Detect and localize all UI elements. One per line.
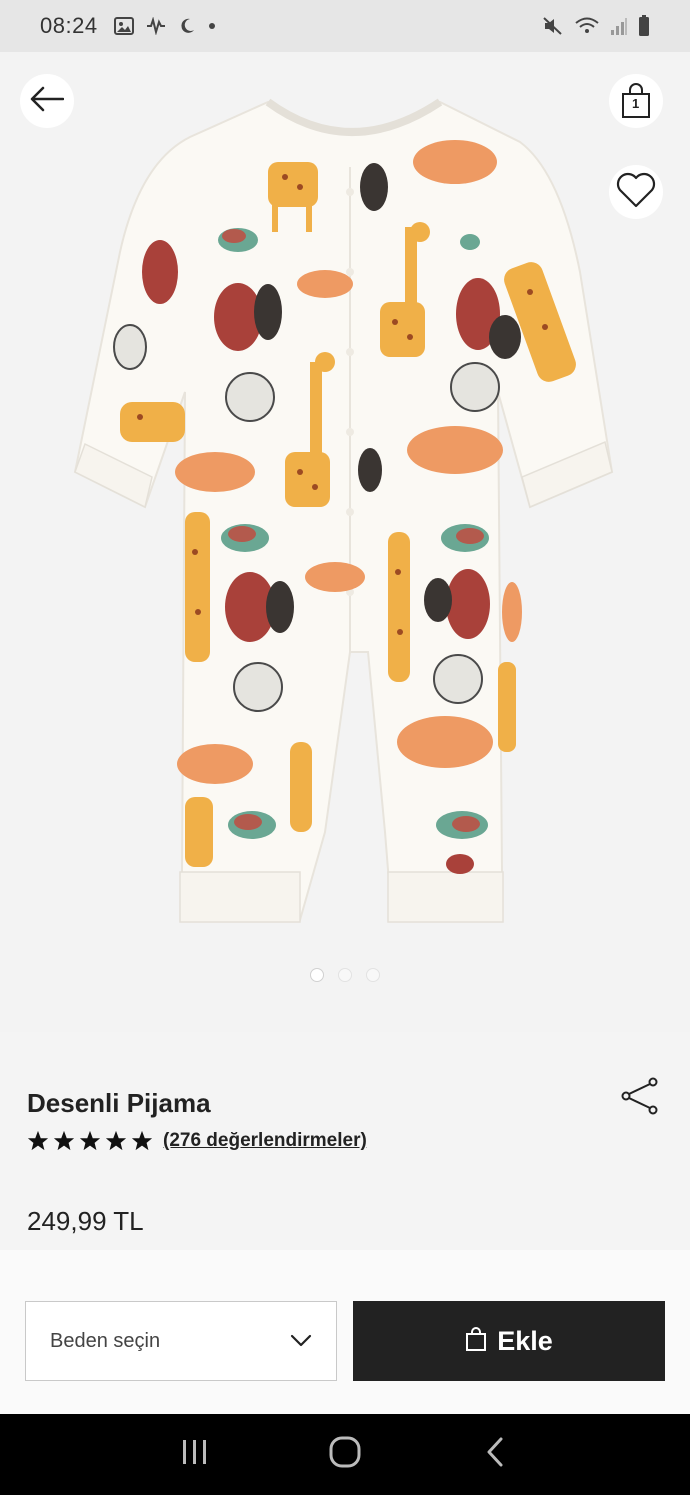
home-button[interactable] xyxy=(315,1425,375,1485)
cart-count-badge: 1 xyxy=(632,96,640,111)
product-price: 249,99 TL xyxy=(27,1206,144,1236)
favorite-button[interactable] xyxy=(609,165,663,219)
star-icon xyxy=(131,1130,153,1151)
pagination-dot[interactable] xyxy=(366,968,380,982)
system-nav-bar xyxy=(0,1414,690,1495)
heart-icon xyxy=(616,172,656,213)
chevron-down-icon xyxy=(290,1334,312,1348)
home-icon xyxy=(328,1435,362,1474)
shopping-bag-icon xyxy=(465,1326,487,1357)
action-bar: Beden seçin Ekle xyxy=(0,1250,690,1414)
recents-button[interactable] xyxy=(165,1425,225,1485)
product-title: Desenli Pijama xyxy=(27,1088,211,1118)
star-icon xyxy=(27,1130,49,1151)
mute-icon xyxy=(542,16,564,36)
reviews-link[interactable]: (276 değerlendirmeler) xyxy=(163,1130,367,1152)
product-image[interactable] xyxy=(0,52,690,1032)
status-icons-right xyxy=(542,15,650,37)
gallery-pagination xyxy=(0,968,690,982)
share-button[interactable] xyxy=(620,1077,660,1120)
status-time: 08:24 xyxy=(40,13,98,38)
back-button[interactable] xyxy=(20,74,74,128)
recents-icon xyxy=(180,1438,210,1471)
rating-row: (276 değerlendirmeler) xyxy=(27,1130,367,1152)
system-back-button[interactable] xyxy=(465,1425,525,1485)
back-chevron-icon xyxy=(485,1436,505,1473)
pagination-dot[interactable] xyxy=(338,968,352,982)
dot-icon xyxy=(208,22,216,30)
product-info: Desenli Pijama (276 değerlendirmeler) 24… xyxy=(0,1032,690,1250)
signal-wave-icon xyxy=(146,17,166,35)
rating-stars xyxy=(27,1130,153,1152)
arrow-left-icon xyxy=(30,86,65,117)
cell-signal-icon xyxy=(610,16,628,36)
status-bar: 08:24 xyxy=(0,0,690,52)
battery-icon xyxy=(638,15,650,37)
star-icon xyxy=(105,1130,127,1151)
star-icon xyxy=(53,1130,75,1151)
star-icon xyxy=(79,1130,101,1151)
gallery-icon xyxy=(113,17,134,35)
wifi-icon xyxy=(574,16,600,36)
cart-button[interactable]: 1 xyxy=(609,74,663,128)
size-select-label: Beden seçin xyxy=(50,1329,161,1352)
share-icon xyxy=(620,1077,660,1120)
product-image-gallery[interactable]: 1 xyxy=(0,52,690,1032)
status-icons-left xyxy=(113,17,216,35)
add-to-cart-label: Ekle xyxy=(497,1325,553,1356)
app-root: 08:24 1 Desenli Pijama (276 değerlendirm… xyxy=(0,0,690,1495)
size-select[interactable]: Beden seçin xyxy=(25,1301,337,1381)
add-to-cart-button[interactable]: Ekle xyxy=(353,1301,665,1381)
moon-icon xyxy=(178,17,196,35)
pagination-dot-active[interactable] xyxy=(310,968,324,982)
